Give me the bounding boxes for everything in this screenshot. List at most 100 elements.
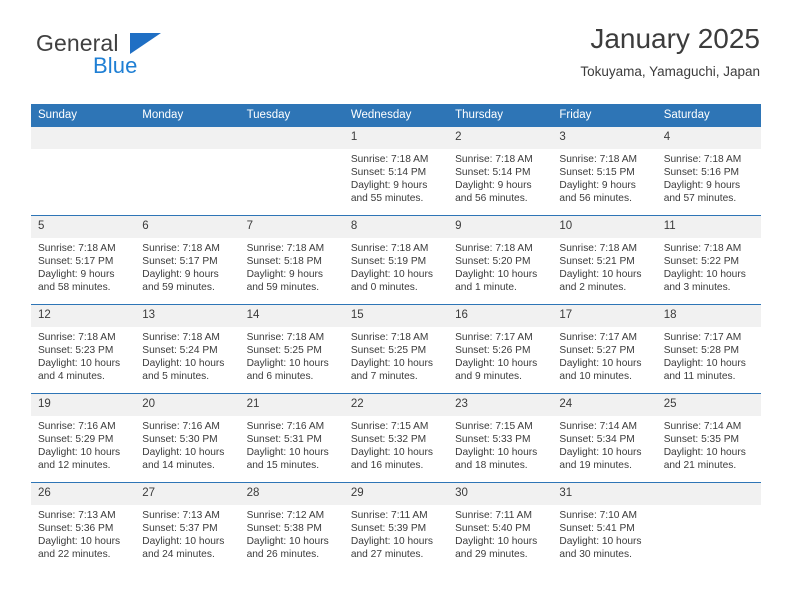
calendar-day-cell[interactable]: 2 Sunrise: 7:18 AM Sunset: 5:14 PM Daylight…: [448, 127, 553, 216]
calendar-day-cell[interactable]: 13 Sunrise: 7:18 AM Sunset: 5:24 PM Dayligh…: [135, 304, 240, 394]
calendar-day-cell[interactable]: 31 Sunrise: 7:10 AM Sunset: 5:41 PM Dayligh…: [552, 482, 657, 571]
sunset-text: Sunset: 5:17 PM: [38, 256, 114, 268]
day-details: Sunrise: 7:14 AM Sunset: 5:35 PM Daylight:…: [657, 416, 761, 472]
calendar-day-cell[interactable]: 15 Sunrise: 7:18 AM Sunset: 5:25 PM Dayligh…: [343, 304, 449, 394]
calendar-day-cell[interactable]: 30 Sunrise: 7:11 AM Sunset: 5:40 PM Dayligh…: [448, 482, 553, 571]
day-details: Sunrise: 7:12 AM Sunset: 5:38 PM Daylight:…: [240, 505, 344, 561]
calendar-day-cell[interactable]: 20 Sunrise: 7:16 AM Sunset: 5:30 PM Dayligh…: [135, 393, 240, 483]
day-number: 8: [343, 216, 449, 238]
sunrise-text: Sunrise: 7:17 AM: [663, 332, 742, 343]
calendar-day-cell[interactable]: 18 Sunrise: 7:17 AM Sunset: 5:28 PM Dayligh…: [656, 304, 761, 394]
calendar-day-cell[interactable]: 23 Sunrise: 7:15 AM Sunset: 5:33 PM Dayligh…: [448, 393, 553, 483]
sunrise-text: Sunrise: 7:18 AM: [455, 154, 533, 165]
calendar-day-cell[interactable]: 3 Sunrise: 7:18 AM Sunset: 5:15 PM Daylight…: [552, 127, 657, 216]
sunrise-text: Sunrise: 7:18 AM: [38, 332, 116, 343]
day-number: 11: [656, 216, 761, 238]
daylight-text: Daylight: 10 hours and 29 minutes.: [455, 536, 538, 561]
daylight-text: Daylight: 10 hours and 6 minutes.: [246, 358, 329, 383]
calendar-day-cell[interactable]: 27 Sunrise: 7:13 AM Sunset: 5:37 PM Dayligh…: [135, 482, 240, 571]
day-number: 15: [343, 305, 449, 327]
daylight-text: Daylight: 9 hours and 55 minutes.: [350, 180, 428, 205]
calendar-day-cell[interactable]: 22 Sunrise: 7:15 AM Sunset: 5:32 PM Dayligh…: [343, 393, 449, 483]
calendar-day-cell[interactable]: 11 Sunrise: 7:18 AM Sunset: 5:22 PM Dayligh…: [656, 215, 761, 305]
daylight-text: Daylight: 10 hours and 24 minutes.: [142, 536, 225, 561]
calendar-day-cell[interactable]: 8 Sunrise: 7:18 AM Sunset: 5:19 PM Daylight…: [343, 215, 449, 305]
sunrise-text: Sunrise: 7:18 AM: [350, 154, 429, 165]
calendar-day-cell[interactable]: 29 Sunrise: 7:11 AM Sunset: 5:39 PM Dayligh…: [343, 482, 449, 571]
calendar-day-cell[interactable]: 12 Sunrise: 7:18 AM Sunset: 5:23 PM Dayligh…: [31, 304, 136, 394]
calendar-day-cell[interactable]: 14 Sunrise: 7:18 AM Sunset: 5:25 PM Dayligh…: [239, 304, 344, 394]
sunrise-text: Sunrise: 7:18 AM: [663, 243, 742, 254]
daylight-text: Daylight: 10 hours and 26 minutes.: [246, 536, 329, 561]
day-number: 19: [31, 394, 136, 416]
sunrise-sunset-calendar: Sunday Monday Tuesday Wednesday Thursday…: [31, 104, 761, 571]
day-details: Sunrise: 7:13 AM Sunset: 5:37 PM Daylight:…: [135, 505, 239, 561]
sunset-text: Sunset: 5:14 PM: [350, 167, 427, 179]
day-number: 31: [552, 483, 657, 505]
sunrise-text: Sunrise: 7:13 AM: [38, 510, 116, 521]
sunrise-text: Sunrise: 7:18 AM: [142, 243, 220, 254]
sunset-text: Sunset: 5:27 PM: [559, 345, 635, 357]
calendar-day-cell[interactable]: 16 Sunrise: 7:17 AM Sunset: 5:26 PM Dayligh…: [448, 304, 553, 394]
weekday-header-saturday: Saturday: [656, 104, 761, 127]
general-blue-logo[interactable]: General Blue: [32, 30, 272, 90]
day-details: Sunrise: 7:17 AM Sunset: 5:27 PM Daylight:…: [552, 327, 656, 383]
day-number: 29: [343, 483, 449, 505]
calendar-day-cell[interactable]: 17 Sunrise: 7:17 AM Sunset: 5:27 PM Dayligh…: [552, 304, 657, 394]
page-header: General Blue January 2025 Tokuyama, Yama…: [32, 22, 760, 98]
calendar-day-cell[interactable]: 6 Sunrise: 7:18 AM Sunset: 5:17 PM Daylight…: [135, 215, 240, 305]
day-details: Sunrise: 7:18 AM Sunset: 5:25 PM Daylight:…: [344, 327, 448, 383]
calendar-week-row: 5 Sunrise: 7:18 AM Sunset: 5:17 PM Daylight…: [31, 215, 761, 305]
calendar-day-cell[interactable]: 10 Sunrise: 7:18 AM Sunset: 5:21 PM Dayligh…: [552, 215, 657, 305]
day-number: 16: [448, 305, 553, 327]
sunset-text: Sunset: 5:30 PM: [142, 434, 218, 446]
calendar-day-cell[interactable]: 26 Sunrise: 7:13 AM Sunset: 5:36 PM Dayligh…: [31, 482, 136, 571]
day-number: [656, 483, 761, 505]
weekday-header-sunday: Sunday: [31, 104, 136, 127]
calendar-day-cell[interactable]: 21 Sunrise: 7:16 AM Sunset: 5:31 PM Dayligh…: [239, 393, 344, 483]
calendar-day-cell[interactable]: 7 Sunrise: 7:18 AM Sunset: 5:18 PM Daylight…: [239, 215, 344, 305]
daylight-text: Daylight: 10 hours and 21 minutes.: [663, 447, 746, 472]
day-number: 27: [135, 483, 240, 505]
day-number: 18: [656, 305, 761, 327]
day-details: Sunrise: 7:18 AM Sunset: 5:22 PM Daylight:…: [657, 238, 761, 294]
daylight-text: Daylight: 10 hours and 3 minutes.: [663, 269, 746, 294]
calendar-day-cell[interactable]: 24 Sunrise: 7:14 AM Sunset: 5:34 PM Dayligh…: [552, 393, 657, 483]
sunset-text: Sunset: 5:28 PM: [663, 345, 740, 357]
sunset-text: Sunset: 5:17 PM: [142, 256, 218, 268]
weekday-header-thursday: Thursday: [448, 104, 553, 127]
day-details: Sunrise: 7:18 AM Sunset: 5:24 PM Daylight:…: [135, 327, 239, 383]
logo-text-blue: Blue: [93, 53, 138, 78]
day-details: Sunrise: 7:17 AM Sunset: 5:28 PM Daylight:…: [657, 327, 761, 383]
sunset-text: Sunset: 5:31 PM: [246, 434, 322, 446]
calendar-day-cell[interactable]: 9 Sunrise: 7:18 AM Sunset: 5:20 PM Daylight…: [448, 215, 553, 305]
weekday-header-friday: Friday: [552, 104, 657, 127]
calendar-day-cell[interactable]: 4 Sunrise: 7:18 AM Sunset: 5:16 PM Daylight…: [656, 127, 761, 216]
daylight-text: Daylight: 9 hours and 56 minutes.: [559, 180, 636, 205]
calendar-day-cell[interactable]: 19 Sunrise: 7:16 AM Sunset: 5:29 PM Dayligh…: [31, 393, 136, 483]
calendar-day-cell[interactable]: 5 Sunrise: 7:18 AM Sunset: 5:17 PM Daylight…: [31, 215, 136, 305]
day-number: 2: [448, 127, 553, 149]
sunset-text: Sunset: 5:32 PM: [350, 434, 427, 446]
sunrise-text: Sunrise: 7:18 AM: [246, 243, 325, 254]
daylight-text: Daylight: 10 hours and 10 minutes.: [559, 358, 642, 383]
calendar-day-cell[interactable]: 28 Sunrise: 7:12 AM Sunset: 5:38 PM Dayligh…: [239, 482, 344, 571]
weekday-header-wednesday: Wednesday: [343, 104, 449, 127]
weekday-header-tuesday: Tuesday: [239, 104, 344, 127]
sunrise-text: Sunrise: 7:16 AM: [38, 421, 116, 432]
day-details: Sunrise: 7:18 AM Sunset: 5:14 PM Daylight:…: [344, 149, 448, 205]
calendar-day-cell[interactable]: 25 Sunrise: 7:14 AM Sunset: 5:35 PM Dayligh…: [656, 393, 761, 483]
daylight-text: Daylight: 10 hours and 4 minutes.: [38, 358, 121, 383]
daylight-text: Daylight: 9 hours and 57 minutes.: [663, 180, 741, 205]
sunrise-text: Sunrise: 7:18 AM: [246, 332, 325, 343]
sunrise-text: Sunrise: 7:13 AM: [142, 510, 220, 521]
day-details: Sunrise: 7:13 AM Sunset: 5:36 PM Daylight:…: [31, 505, 135, 561]
sunrise-text: Sunrise: 7:18 AM: [350, 332, 429, 343]
calendar-day-cell[interactable]: 1 Sunrise: 7:18 AM Sunset: 5:14 PM Daylight…: [343, 127, 449, 216]
sunset-text: Sunset: 5:18 PM: [246, 256, 322, 268]
daylight-text: Daylight: 10 hours and 27 minutes.: [350, 536, 433, 561]
sunset-text: Sunset: 5:25 PM: [246, 345, 322, 357]
day-number: 13: [135, 305, 240, 327]
sunrise-text: Sunrise: 7:10 AM: [559, 510, 637, 521]
calendar-day-cell-empty: [135, 127, 240, 216]
